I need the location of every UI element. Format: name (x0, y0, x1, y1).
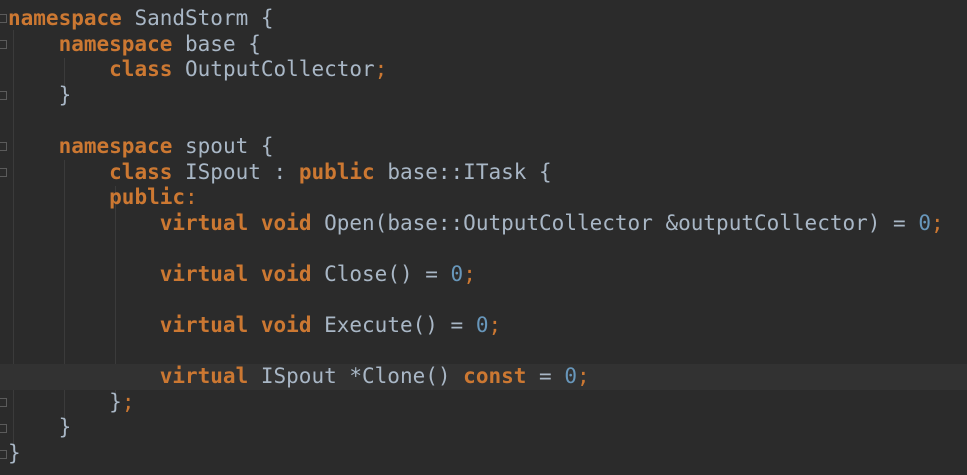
fold-marker-icon[interactable] (0, 91, 7, 100)
code-editor[interactable]: namespace SandStorm { namespace base { c… (0, 0, 967, 475)
fold-marker-icon[interactable] (0, 142, 7, 151)
fold-marker-icon[interactable] (0, 168, 7, 177)
code-line-17: } (8, 415, 72, 441)
keyword: virtual (159, 211, 249, 235)
code-text: ISpout *Clone() (248, 364, 464, 388)
keyword: void (260, 211, 312, 235)
fold-marker-icon[interactable] (0, 40, 7, 49)
code-text: Execute() = (311, 313, 476, 337)
code-text: } (58, 83, 72, 107)
keyword: namespace (8, 6, 122, 30)
code-text: spout { (172, 134, 274, 158)
keyword: namespace (58, 32, 173, 56)
semicolon: ; (576, 364, 590, 388)
semicolon: ; (374, 57, 388, 81)
fold-marker-icon[interactable] (0, 398, 7, 407)
code-line-8: public: (8, 185, 198, 211)
code-text: } (8, 441, 21, 465)
keyword: public (298, 160, 375, 184)
code-line-13: virtual void Execute() = 0; (8, 313, 501, 339)
semicolon: ; (463, 262, 476, 286)
number-literal: 0 (564, 364, 577, 388)
keyword: virtual (159, 364, 249, 388)
semicolon: ; (488, 313, 502, 337)
keyword: virtual (159, 262, 249, 286)
fold-marker-icon[interactable] (0, 424, 7, 433)
code-text: base::ITask { (374, 160, 552, 184)
keyword: virtual (159, 313, 249, 337)
keyword: class (109, 160, 173, 184)
code-text: ISpout : (172, 160, 299, 184)
number-literal: 0 (475, 313, 489, 337)
number-literal: 0 (918, 211, 931, 235)
code-text: Open(base::OutputCollector &outputCollec… (311, 211, 919, 235)
code-line-15: virtual ISpout *Clone() const = 0; (8, 364, 590, 390)
keyword: namespace (58, 134, 173, 158)
code-line-16: }; (8, 390, 134, 416)
semicolon: ; (931, 211, 944, 235)
code-line-3: class OutputCollector; (8, 57, 387, 83)
fold-marker-icon[interactable] (0, 14, 7, 23)
code-text: base { (172, 32, 261, 56)
code-text: : (185, 185, 198, 209)
code-line-2: namespace base { (8, 32, 261, 58)
code-text: Close() = (311, 262, 451, 286)
keyword: public (109, 185, 186, 209)
keyword: const (463, 364, 527, 388)
code-text: = (526, 364, 565, 388)
keyword: class (109, 57, 173, 81)
fold-marker-icon[interactable] (0, 450, 7, 459)
keyword: void (260, 262, 312, 286)
semicolon: ; (121, 390, 135, 414)
code-text: OutputCollector (172, 57, 375, 81)
code-text: } (109, 390, 122, 414)
code-line-1: namespace SandStorm { (8, 6, 274, 32)
code-line-6: namespace spout { (8, 134, 274, 160)
code-line-4: } (8, 83, 72, 109)
code-line-11: virtual void Close() = 0; (8, 262, 476, 288)
code-text: SandStorm { (121, 6, 274, 30)
code-line-7: class ISpout : public base::ITask { (8, 160, 552, 186)
code-line-9: virtual void Open(base::OutputCollector … (8, 211, 944, 237)
keyword: void (260, 313, 312, 337)
number-literal: 0 (450, 262, 464, 286)
code-line-18: } (8, 441, 21, 467)
code-text: } (58, 415, 72, 439)
